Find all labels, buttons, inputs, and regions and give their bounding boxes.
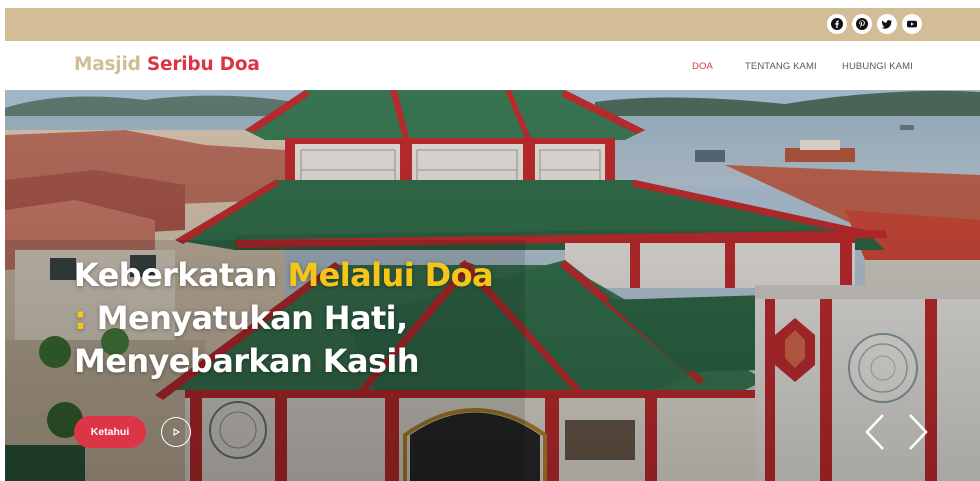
ketahui-button[interactable]: Ketahui <box>74 416 146 448</box>
pinterest-icon[interactable] <box>852 14 872 34</box>
main-nav: DOA TENTANG KAMI HUBUNGI KAMI <box>5 61 980 75</box>
nav-link-hubungi-kami[interactable]: HUBUNGI KAMI <box>842 61 913 72</box>
hero-slider: Keberkatan Melalui Doa : Menyatukan Hati… <box>5 90 980 481</box>
hero-title-line3: Menyebarkan Kasih <box>74 342 420 380</box>
hero-title-highlight: Melalui Doa <box>287 256 493 294</box>
slider-prev-button[interactable] <box>861 412 889 452</box>
top-social-bar <box>5 8 980 41</box>
hero-title-part1: Keberkatan <box>74 256 277 294</box>
twitter-icon[interactable] <box>877 14 897 34</box>
chevron-right-icon <box>909 414 928 450</box>
youtube-icon[interactable] <box>902 14 922 34</box>
hero-actions: Ketahui <box>74 416 191 448</box>
slider-next-button[interactable] <box>904 412 932 452</box>
nav-link-tentang-kami[interactable]: TENTANG KAMI <box>745 61 817 72</box>
hero-title: Keberkatan Melalui Doa : Menyatukan Hati… <box>74 254 544 383</box>
hero-title-colon: : <box>74 299 87 337</box>
site-header: Masjid Seribu Doa DOA TENTANG KAMI HUBUN… <box>5 41 980 90</box>
hero-title-line2: Menyatukan Hati, <box>96 299 408 337</box>
nav-link-doa[interactable]: DOA <box>692 61 713 72</box>
play-icon <box>173 428 180 436</box>
facebook-icon[interactable] <box>827 14 847 34</box>
chevron-left-icon <box>865 414 884 450</box>
play-video-button[interactable] <box>161 417 191 447</box>
social-links <box>827 14 922 34</box>
